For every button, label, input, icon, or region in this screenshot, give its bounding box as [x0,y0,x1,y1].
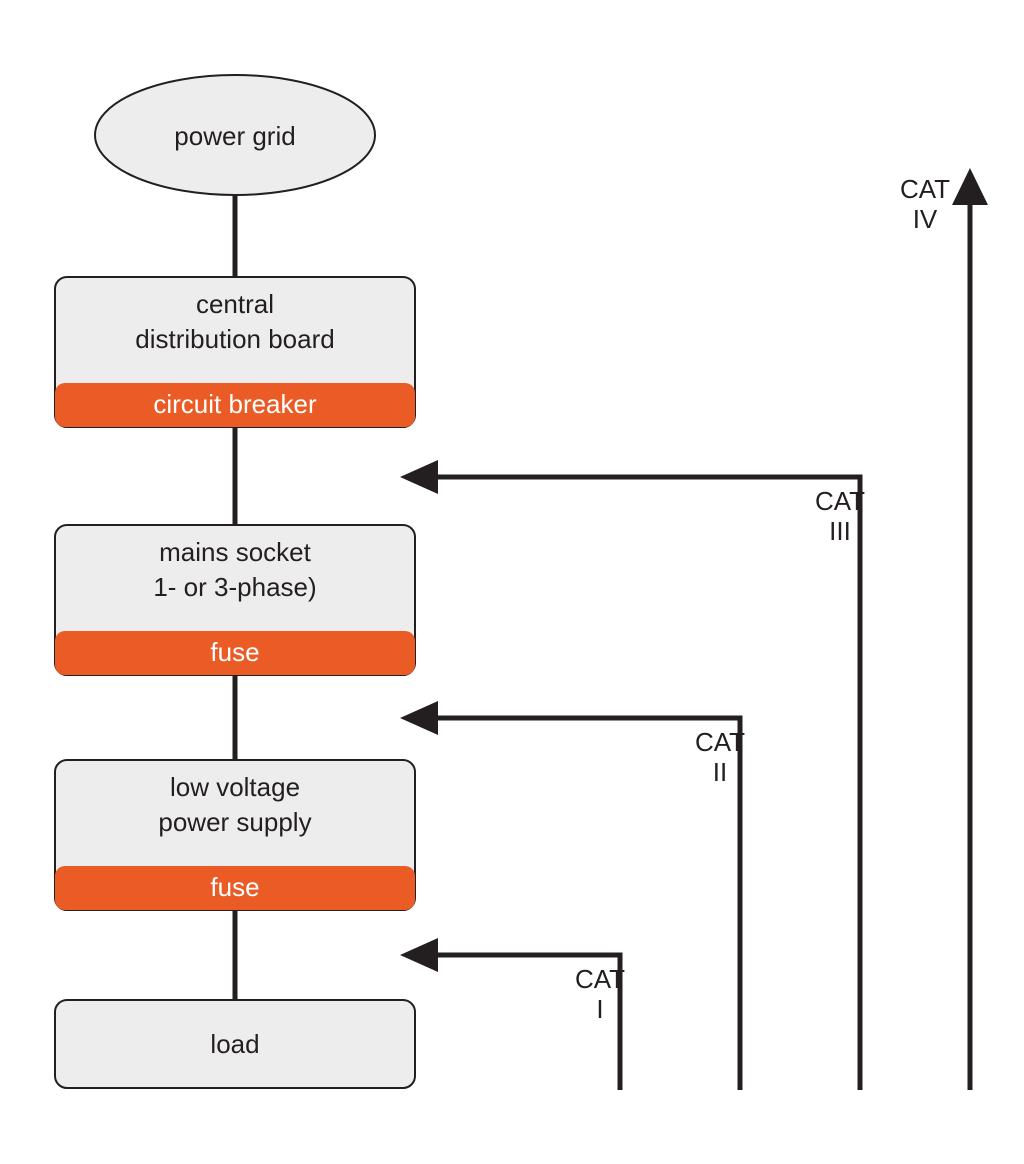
cat2-label-l1: CAT [695,727,745,757]
cat1-arrowhead [400,938,438,972]
cat2-label-l2: II [713,757,727,787]
cat3-arrowhead [400,460,438,494]
lv-line1: low voltage [170,772,300,802]
cat1-label-l1: CAT [575,964,625,994]
cat3-label-l1: CAT [815,486,865,516]
lv-protection: fuse [210,872,259,902]
cat4-arrowhead [952,168,988,205]
power-grid-label: power grid [174,121,295,151]
cat2-path [430,718,740,1090]
cat2-arrowhead [400,701,438,735]
mains-protection: fuse [210,637,259,667]
cat4-label-l1: CAT [900,174,950,204]
node-low-voltage: low voltage power supply fuse [55,760,415,910]
load-label: load [210,1029,259,1059]
lv-line2: power supply [158,807,311,837]
central-line1: central [196,289,274,319]
central-line2: distribution board [135,324,334,354]
node-mains-socket: mains socket 1- or 3-phase) fuse [55,525,415,675]
cat4-label-l2: IV [913,204,938,234]
node-central-distribution: central distribution board circuit break… [55,277,415,427]
mains-line1: mains socket [159,537,311,567]
cat3-label-l2: III [829,516,851,546]
cat3-path [430,477,860,1090]
measurement-category-diagram: power grid central distribution board ci… [0,0,1024,1164]
cat1-label-l2: I [596,994,603,1024]
mains-line2: 1- or 3-phase) [153,572,316,602]
node-load: load [55,1000,415,1088]
central-protection: circuit breaker [153,389,317,419]
